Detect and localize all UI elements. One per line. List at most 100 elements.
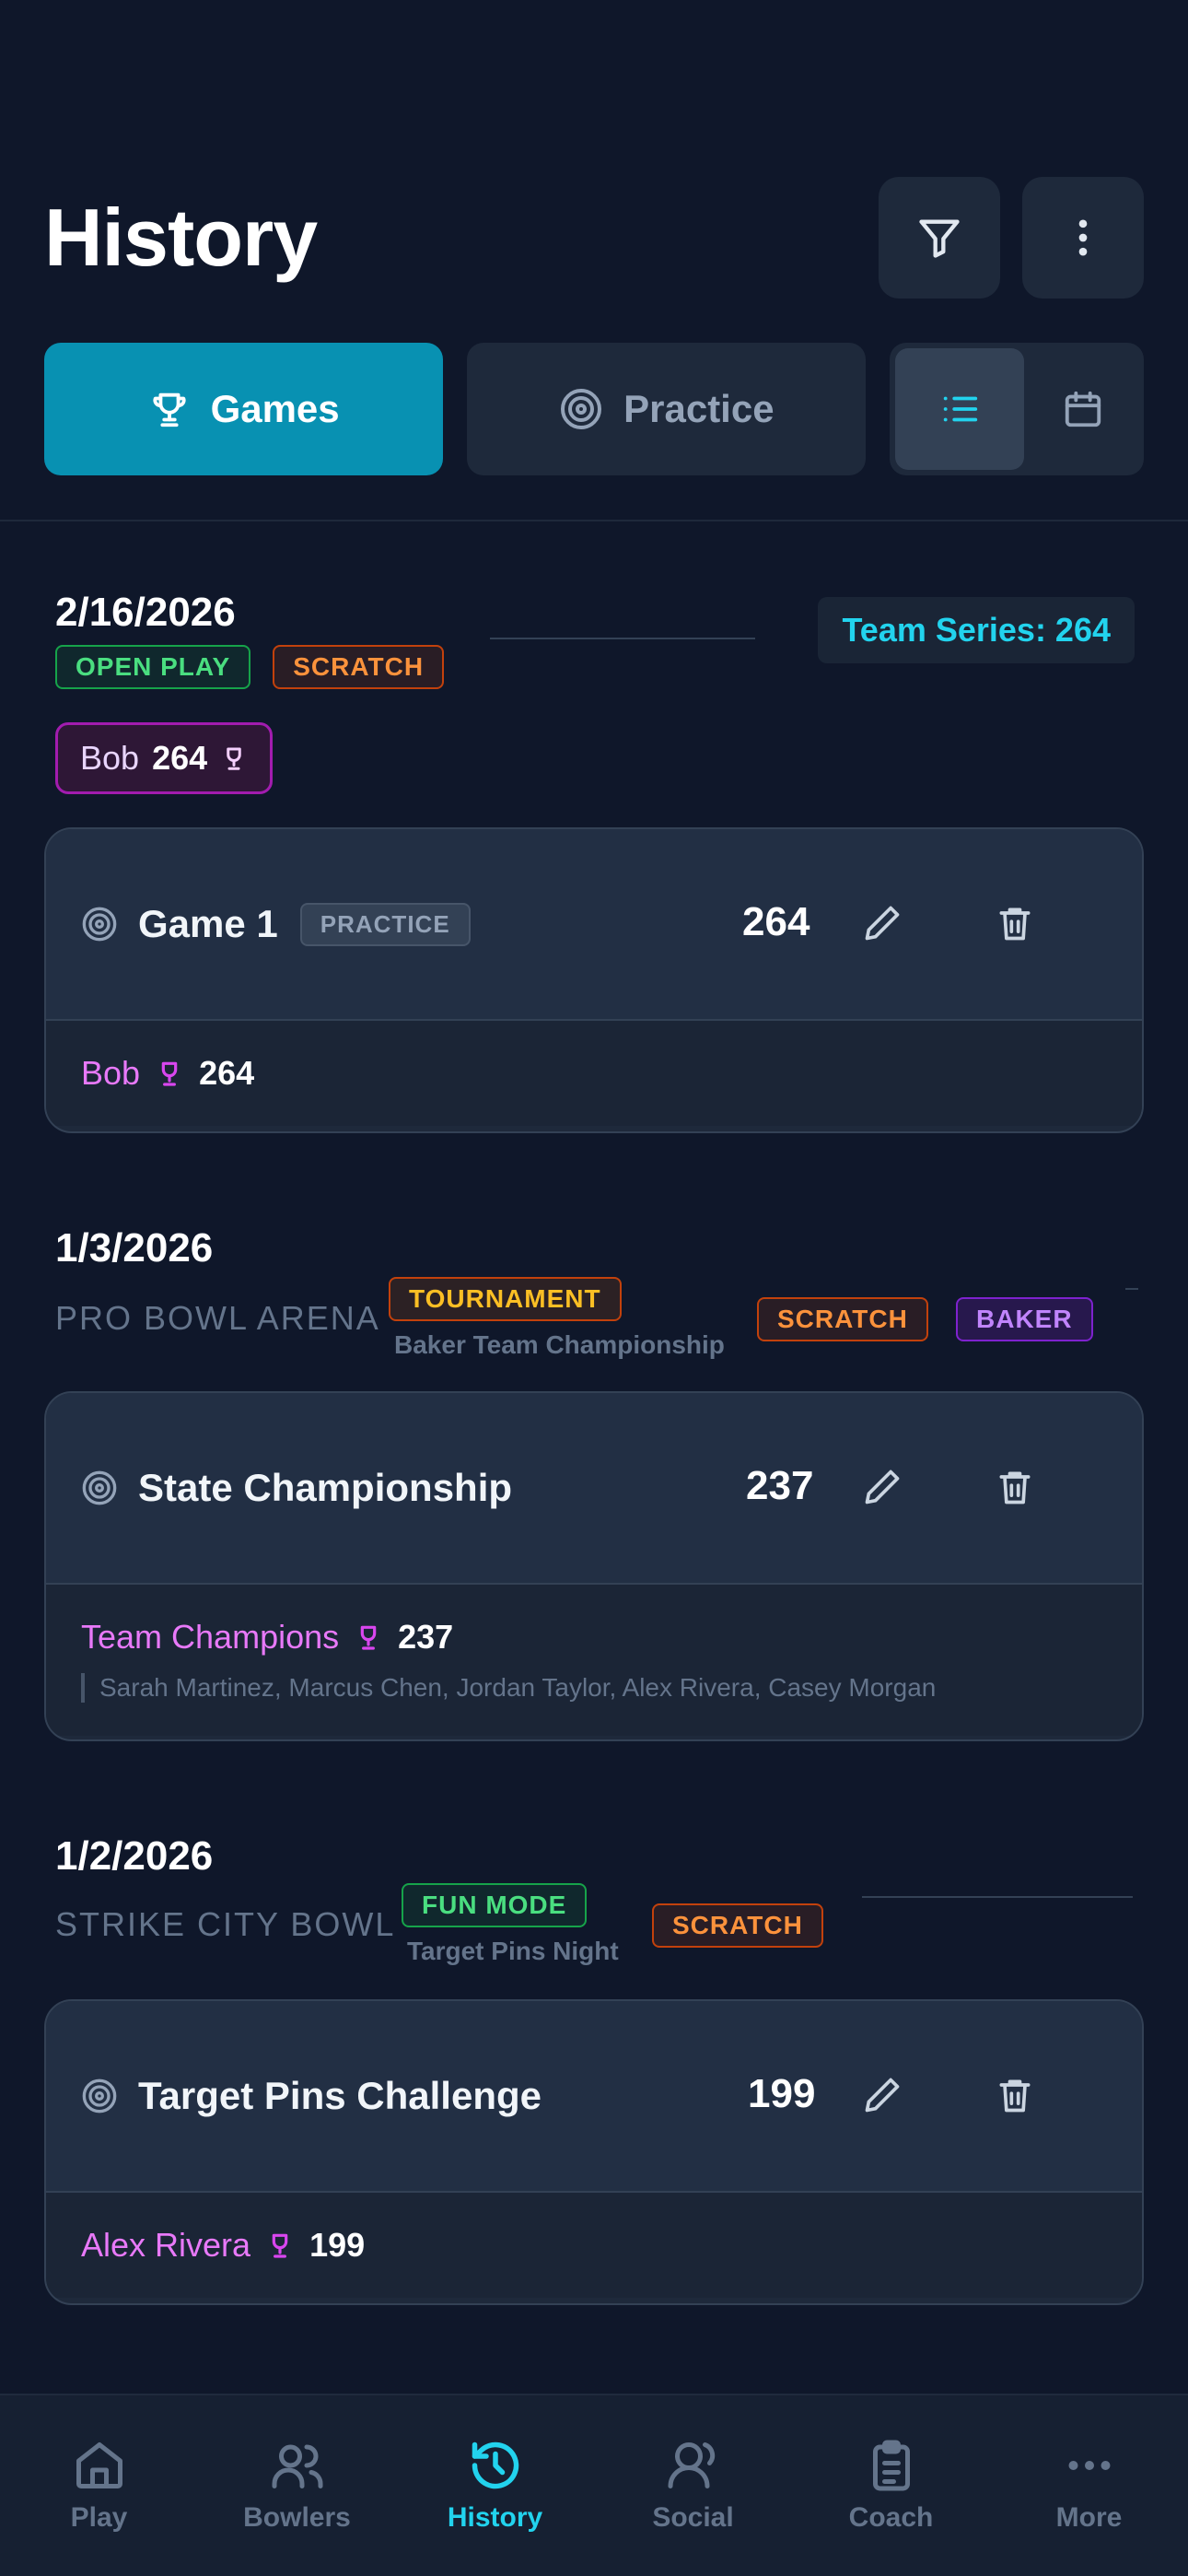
team-score: 237 xyxy=(398,1618,454,1656)
format-tag: BAKER xyxy=(956,1297,1093,1341)
trophy-icon xyxy=(161,1061,178,1086)
venue-name: PRO BOWL ARENA xyxy=(55,1299,380,1337)
game-mode-tag: OPEN PLAY xyxy=(55,645,251,689)
delete-button[interactable] xyxy=(995,903,1035,943)
team-series-badge: Team Series: 264 xyxy=(818,597,1135,663)
header-actions xyxy=(879,177,1144,299)
tab-games-label: Games xyxy=(210,387,340,430)
player-row: Bob 264 xyxy=(81,1054,1107,1093)
nav-label: Play xyxy=(70,2502,128,2533)
nav-more[interactable]: More xyxy=(997,2438,1182,2534)
target-icon xyxy=(82,1470,117,1505)
nav-coach[interactable]: Coach xyxy=(799,2438,984,2534)
home-icon xyxy=(76,2442,122,2488)
nav-label: Coach xyxy=(848,2502,934,2533)
player-score: 199 xyxy=(309,2226,366,2264)
pencil-icon xyxy=(865,2078,900,2113)
calendar-view-button[interactable] xyxy=(1031,348,1135,470)
nav-label: Social xyxy=(652,2502,734,2533)
nav-bowlers[interactable]: Bowlers xyxy=(205,2438,390,2534)
filter-button[interactable] xyxy=(879,177,1000,299)
nav-social[interactable]: Social xyxy=(601,2438,786,2534)
event-type-tag: TOURNAMENT xyxy=(389,1277,622,1321)
game-score: 237 xyxy=(746,1463,814,1508)
game-card-body: Team Champions 237 Sarah Martinez, Marcu… xyxy=(46,1585,1142,1736)
game-title: Game 1 xyxy=(138,902,278,945)
bowler-chip-name: Bob xyxy=(80,739,140,777)
player-row: Alex Rivera 199 xyxy=(81,2226,1107,2265)
delete-button[interactable] xyxy=(995,1467,1035,1507)
users-icon xyxy=(272,2444,322,2488)
page-header: History xyxy=(44,177,1144,299)
edit-button[interactable] xyxy=(862,903,903,943)
pencil-icon xyxy=(865,906,900,941)
view-mode-toggle xyxy=(890,343,1144,475)
trophy-icon xyxy=(153,392,186,427)
tab-practice-label: Practice xyxy=(623,387,775,430)
session-group: 1/2/2026 STRIKE CITY BOWL FUN MODE Targe… xyxy=(44,1819,1144,1975)
list-view-button[interactable] xyxy=(895,348,1025,470)
list-icon xyxy=(944,396,978,422)
team-name: Team Champions xyxy=(81,1618,340,1656)
scoring-tag: SCRATCH xyxy=(652,1903,823,1948)
player-score: 264 xyxy=(199,1054,255,1092)
trophy-icon xyxy=(272,2233,288,2258)
session-date: 1/3/2026 xyxy=(55,1225,214,1270)
game-title: Target Pins Challenge xyxy=(138,2074,542,2117)
divider xyxy=(490,638,755,639)
player-name: Bob xyxy=(81,1054,141,1092)
divider xyxy=(1125,1288,1138,1290)
bowler-chip[interactable]: Bob 264 xyxy=(55,722,274,794)
practice-chip: PRACTICE xyxy=(299,902,471,946)
session-group: 1/3/2026 PRO BOWL ARENA TOURNAMENT Baker… xyxy=(44,1211,1144,1367)
event-name: Baker Team Championship xyxy=(394,1330,725,1359)
game-card[interactable]: Game 1 PRACTICE 264 Bob 264 xyxy=(44,827,1144,1133)
session-date: 2/16/2026 xyxy=(55,590,236,635)
pencil-icon xyxy=(865,1469,900,1505)
trash-icon xyxy=(999,1471,1031,1505)
more-horizontal-icon xyxy=(1068,2461,1110,2470)
venue-name: STRIKE CITY BOWL xyxy=(55,1905,396,1943)
scoring-tag: SCRATCH xyxy=(757,1297,928,1341)
game-card[interactable]: Target Pins Challenge 199 Alex Rivera 19… xyxy=(44,1999,1144,2305)
edit-button[interactable] xyxy=(862,2075,903,2115)
game-card-body: Alex Rivera 199 xyxy=(46,2193,1142,2298)
nav-history[interactable]: History xyxy=(403,2438,588,2534)
nav-label: History xyxy=(447,2502,543,2533)
game-card[interactable]: State Championship 237 Team Champions 23… xyxy=(44,1391,1144,1741)
event-name: Target Pins Night xyxy=(407,1937,619,1965)
event-type-tag: FUN MODE xyxy=(402,1883,588,1927)
session-date: 1/2/2026 xyxy=(55,1833,214,1879)
trophy-icon xyxy=(360,1625,377,1650)
header-divider xyxy=(0,520,1188,521)
history-icon xyxy=(472,2441,518,2489)
clipboard-icon xyxy=(872,2440,910,2491)
tab-practice[interactable]: Practice xyxy=(467,343,867,475)
delete-button[interactable] xyxy=(995,2075,1035,2115)
filter-icon xyxy=(919,219,960,258)
page-title: History xyxy=(44,192,318,283)
history-mode-tabs: Games Practice xyxy=(44,343,1144,475)
more-vertical-icon xyxy=(1078,219,1088,256)
trash-icon xyxy=(999,907,1031,941)
target-icon xyxy=(561,389,602,429)
game-card-header: Game 1 PRACTICE 264 xyxy=(46,829,1142,1021)
target-icon xyxy=(82,907,117,942)
session-group: 2/16/2026 OPEN PLAY SCRATCH Team Series:… xyxy=(44,575,1144,796)
bottom-navigation: Play Bowlers History Social Coach More xyxy=(0,2394,1188,2576)
trash-icon xyxy=(999,2079,1031,2113)
bowler-chip-score: 264 xyxy=(152,739,208,777)
nav-label: Bowlers xyxy=(243,2502,351,2533)
trophy-icon xyxy=(227,747,241,770)
nav-play[interactable]: Play xyxy=(7,2438,192,2534)
nav-label: More xyxy=(1055,2502,1123,2533)
social-icon xyxy=(668,2442,715,2488)
scoring-tag: SCRATCH xyxy=(273,645,445,689)
edit-button[interactable] xyxy=(862,1467,903,1507)
more-options-button[interactable] xyxy=(1022,177,1144,299)
game-card-body: Bob 264 xyxy=(46,1021,1142,1126)
player-name: Alex Rivera xyxy=(81,2226,251,2264)
game-score: 199 xyxy=(748,2071,816,2116)
game-card-header: State Championship 237 xyxy=(46,1393,1142,1585)
tab-games[interactable]: Games xyxy=(44,343,444,475)
